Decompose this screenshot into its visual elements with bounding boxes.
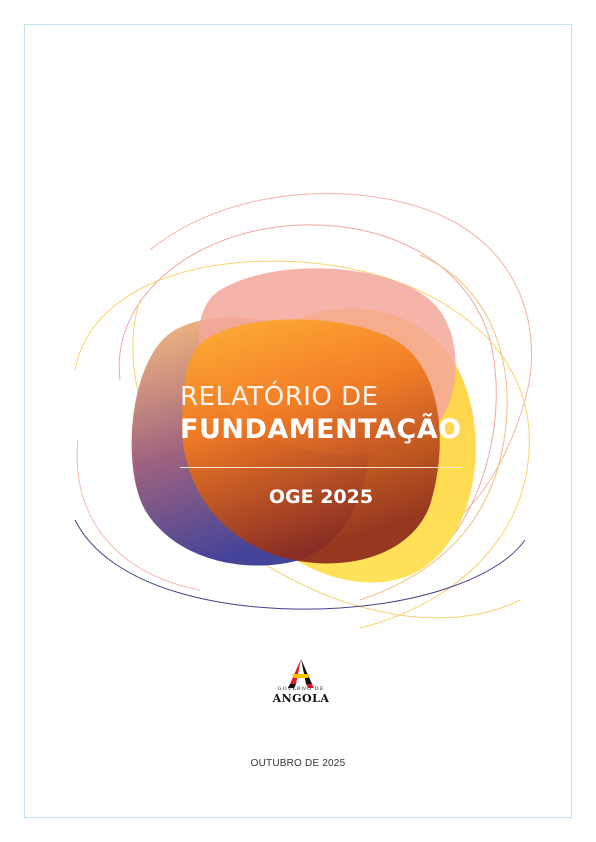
cover-title-line-2: FUNDAMENTAÇÃO xyxy=(180,414,462,445)
logo-name: ANGOLA xyxy=(272,692,330,705)
cover-subtitle: OGE 2025 xyxy=(268,486,374,508)
publication-date: OUTUBRO DE 2025 xyxy=(250,758,346,769)
cover-title-line-1: RELATÓRIO DE xyxy=(180,382,379,412)
title-divider xyxy=(180,467,462,468)
